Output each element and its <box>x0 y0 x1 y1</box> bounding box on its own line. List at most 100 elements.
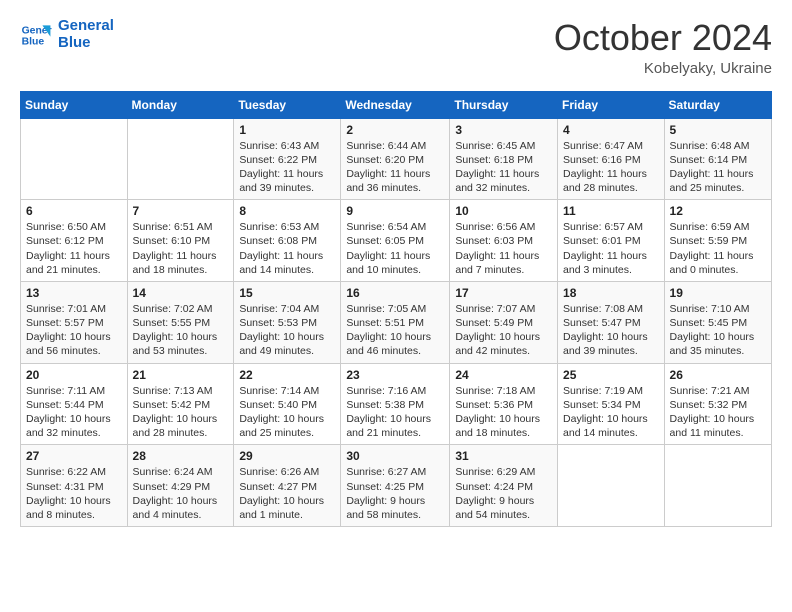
calendar-header: SundayMondayTuesdayWednesdayThursdayFrid… <box>21 91 772 118</box>
col-header-tuesday: Tuesday <box>234 91 341 118</box>
calendar-cell: 15 Sunrise: 7:04 AMSunset: 5:53 PMDayligh… <box>234 281 341 363</box>
day-number: 13 <box>26 286 122 300</box>
week-row: 6 Sunrise: 6:50 AMSunset: 6:12 PMDaylight… <box>21 200 772 282</box>
calendar-cell: 3 Sunrise: 6:45 AMSunset: 6:18 PMDaylight… <box>450 118 558 200</box>
calendar-cell: 12 Sunrise: 6:59 AMSunset: 5:59 PMDayligh… <box>664 200 771 282</box>
day-info: Sunrise: 7:08 AMSunset: 5:47 PMDaylight:… <box>563 302 659 359</box>
day-info: Sunrise: 6:24 AMSunset: 4:29 PMDaylight:… <box>133 465 229 522</box>
calendar-cell: 28 Sunrise: 6:24 AMSunset: 4:29 PMDayligh… <box>127 445 234 527</box>
calendar-cell <box>21 118 128 200</box>
calendar-cell: 18 Sunrise: 7:08 AMSunset: 5:47 PMDayligh… <box>558 281 665 363</box>
day-info: Sunrise: 6:44 AMSunset: 6:20 PMDaylight:… <box>346 139 444 196</box>
day-number: 3 <box>455 123 552 137</box>
day-info: Sunrise: 6:57 AMSunset: 6:01 PMDaylight:… <box>563 220 659 277</box>
week-row: 20 Sunrise: 7:11 AMSunset: 5:44 PMDayligh… <box>21 363 772 445</box>
day-info: Sunrise: 7:10 AMSunset: 5:45 PMDaylight:… <box>670 302 766 359</box>
col-header-monday: Monday <box>127 91 234 118</box>
calendar-cell: 11Sunrise: 6:57 AMSunset: 6:01 PMDayligh… <box>558 200 665 282</box>
day-info: Sunrise: 7:07 AMSunset: 5:49 PMDaylight:… <box>455 302 552 359</box>
day-number: 24 <box>455 368 552 382</box>
day-number: 7 <box>133 204 229 218</box>
calendar-cell: 26 Sunrise: 7:21 AMSunset: 5:32 PMDayligh… <box>664 363 771 445</box>
day-number: 12 <box>670 204 766 218</box>
col-header-friday: Friday <box>558 91 665 118</box>
calendar-body: 1Sunrise: 6:43 AMSunset: 6:22 PMDaylight… <box>21 118 772 526</box>
calendar-cell: 1Sunrise: 6:43 AMSunset: 6:22 PMDaylight… <box>234 118 341 200</box>
calendar-cell: 7 Sunrise: 6:51 AMSunset: 6:10 PMDaylight… <box>127 200 234 282</box>
day-info: Sunrise: 7:02 AMSunset: 5:55 PMDaylight:… <box>133 302 229 359</box>
day-number: 30 <box>346 449 444 463</box>
calendar-cell: 2Sunrise: 6:44 AMSunset: 6:20 PMDaylight… <box>341 118 450 200</box>
day-number: 5 <box>670 123 766 137</box>
day-info: Sunrise: 7:14 AMSunset: 5:40 PMDaylight:… <box>239 384 335 441</box>
calendar-cell: 19 Sunrise: 7:10 AMSunset: 5:45 PMDayligh… <box>664 281 771 363</box>
day-info: Sunrise: 6:54 AMSunset: 6:05 PMDaylight:… <box>346 220 444 277</box>
day-info: Sunrise: 6:26 AMSunset: 4:27 PMDaylight:… <box>239 465 335 522</box>
calendar-cell: 5 Sunrise: 6:48 AMSunset: 6:14 PMDaylight… <box>664 118 771 200</box>
day-info: Sunrise: 7:13 AMSunset: 5:42 PMDaylight:… <box>133 384 229 441</box>
day-info: Sunrise: 7:18 AMSunset: 5:36 PMDaylight:… <box>455 384 552 441</box>
day-number: 6 <box>26 204 122 218</box>
col-header-sunday: Sunday <box>21 91 128 118</box>
calendar-cell: 17 Sunrise: 7:07 AMSunset: 5:49 PMDayligh… <box>450 281 558 363</box>
day-number: 10 <box>455 204 552 218</box>
day-number: 16 <box>346 286 444 300</box>
logo: General Blue General Blue <box>20 18 114 51</box>
day-info: Sunrise: 6:51 AMSunset: 6:10 PMDaylight:… <box>133 220 229 277</box>
svg-text:Blue: Blue <box>22 36 45 47</box>
day-number: 18 <box>563 286 659 300</box>
day-info: Sunrise: 7:05 AMSunset: 5:51 PMDaylight:… <box>346 302 444 359</box>
day-number: 26 <box>670 368 766 382</box>
day-number: 28 <box>133 449 229 463</box>
day-info: Sunrise: 6:50 AMSunset: 6:12 PMDaylight:… <box>26 220 122 277</box>
day-number: 21 <box>133 368 229 382</box>
day-info: Sunrise: 6:43 AMSunset: 6:22 PMDaylight:… <box>239 139 335 196</box>
logo-line1: General <box>58 18 114 35</box>
day-number: 15 <box>239 286 335 300</box>
day-number: 25 <box>563 368 659 382</box>
day-number: 17 <box>455 286 552 300</box>
day-info: Sunrise: 7:19 AMSunset: 5:34 PMDaylight:… <box>563 384 659 441</box>
week-row: 1Sunrise: 6:43 AMSunset: 6:22 PMDaylight… <box>21 118 772 200</box>
calendar-cell: 21 Sunrise: 7:13 AMSunset: 5:42 PMDayligh… <box>127 363 234 445</box>
day-info: Sunrise: 7:11 AMSunset: 5:44 PMDaylight:… <box>26 384 122 441</box>
day-info: Sunrise: 6:59 AMSunset: 5:59 PMDaylight:… <box>670 220 766 277</box>
day-number: 14 <box>133 286 229 300</box>
day-info: Sunrise: 6:47 AMSunset: 6:16 PMDaylight:… <box>563 139 659 196</box>
calendar-table: SundayMondayTuesdayWednesdayThursdayFrid… <box>20 91 772 527</box>
calendar-cell: 31Sunrise: 6:29 AMSunset: 4:24 PMDayligh… <box>450 445 558 527</box>
day-info: Sunrise: 6:48 AMSunset: 6:14 PMDaylight:… <box>670 139 766 196</box>
logo-line2: Blue <box>58 35 114 52</box>
calendar-cell: 24 Sunrise: 7:18 AMSunset: 5:36 PMDayligh… <box>450 363 558 445</box>
day-number: 31 <box>455 449 552 463</box>
day-number: 22 <box>239 368 335 382</box>
calendar-cell: 23 Sunrise: 7:16 AMSunset: 5:38 PMDayligh… <box>341 363 450 445</box>
logo-icon: General Blue <box>20 19 52 51</box>
calendar-cell: 25 Sunrise: 7:19 AMSunset: 5:34 PMDayligh… <box>558 363 665 445</box>
calendar-cell: 13Sunrise: 7:01 AMSunset: 5:57 PMDayligh… <box>21 281 128 363</box>
calendar-cell: 8Sunrise: 6:53 AMSunset: 6:08 PMDaylight… <box>234 200 341 282</box>
calendar-cell: 16 Sunrise: 7:05 AMSunset: 5:51 PMDayligh… <box>341 281 450 363</box>
subtitle: Kobelyaky, Ukraine <box>554 60 772 77</box>
title-block: October 2024 Kobelyaky, Ukraine <box>554 18 772 77</box>
day-info: Sunrise: 7:21 AMSunset: 5:32 PMDaylight:… <box>670 384 766 441</box>
day-info: Sunrise: 7:04 AMSunset: 5:53 PMDaylight:… <box>239 302 335 359</box>
calendar-cell <box>664 445 771 527</box>
day-number: 19 <box>670 286 766 300</box>
calendar-cell: 9Sunrise: 6:54 AMSunset: 6:05 PMDaylight… <box>341 200 450 282</box>
day-info: Sunrise: 6:56 AMSunset: 6:03 PMDaylight:… <box>455 220 552 277</box>
col-header-wednesday: Wednesday <box>341 91 450 118</box>
week-row: 27Sunrise: 6:22 AMSunset: 4:31 PMDayligh… <box>21 445 772 527</box>
day-number: 29 <box>239 449 335 463</box>
header: General Blue General Blue October 2024 K… <box>20 18 772 77</box>
day-info: Sunrise: 6:22 AMSunset: 4:31 PMDaylight:… <box>26 465 122 522</box>
day-info: Sunrise: 6:45 AMSunset: 6:18 PMDaylight:… <box>455 139 552 196</box>
calendar-cell: 10 Sunrise: 6:56 AMSunset: 6:03 PMDayligh… <box>450 200 558 282</box>
calendar-cell: 29 Sunrise: 6:26 AMSunset: 4:27 PMDayligh… <box>234 445 341 527</box>
calendar-cell: 27Sunrise: 6:22 AMSunset: 4:31 PMDayligh… <box>21 445 128 527</box>
day-number: 4 <box>563 123 659 137</box>
calendar-cell: 30Sunrise: 6:27 AMSunset: 4:25 PMDayligh… <box>341 445 450 527</box>
day-number: 20 <box>26 368 122 382</box>
day-info: Sunrise: 7:16 AMSunset: 5:38 PMDaylight:… <box>346 384 444 441</box>
day-number: 23 <box>346 368 444 382</box>
